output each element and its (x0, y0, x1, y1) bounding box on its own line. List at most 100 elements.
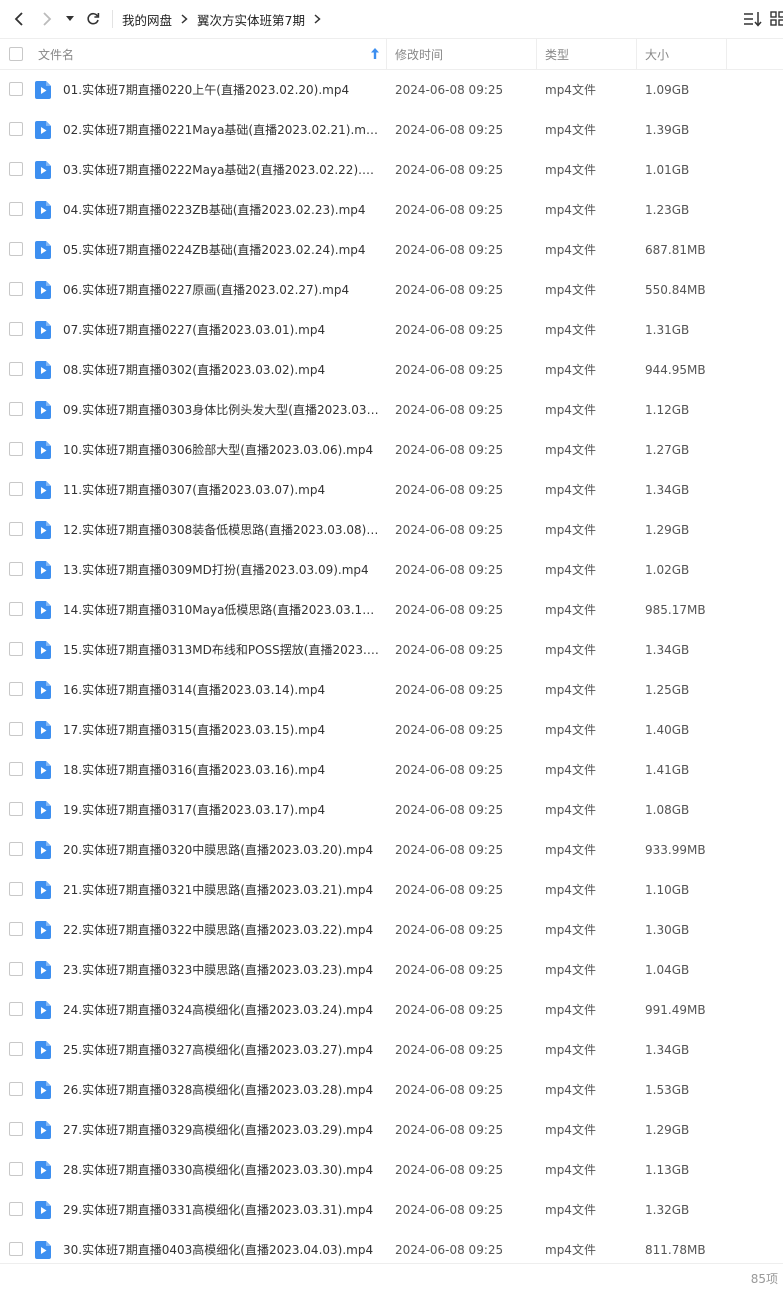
row-checkbox[interactable] (9, 402, 23, 416)
chevron-right-icon[interactable] (314, 14, 321, 24)
row-checkbox[interactable] (9, 82, 23, 96)
column-header-type[interactable]: 类型 (545, 39, 569, 69)
file-name[interactable]: 29.实体班7期直播0331高模细化(直播2023.03.31).mp4 (63, 1190, 379, 1230)
row-checkbox[interactable] (9, 922, 23, 936)
row-checkbox[interactable] (9, 242, 23, 256)
file-name[interactable]: 09.实体班7期直播0303身体比例头发大型(直播2023.03.0... (63, 390, 379, 430)
row-checkbox[interactable] (9, 1202, 23, 1216)
file-row[interactable]: 20.实体班7期直播0320中膜思路(直播2023.03.20).mp4 2024… (0, 830, 783, 870)
view-mode-button[interactable] (770, 10, 783, 28)
file-row[interactable]: 21.实体班7期直播0321中膜思路(直播2023.03.21).mp4 2024… (0, 870, 783, 910)
row-checkbox[interactable] (9, 482, 23, 496)
file-row[interactable]: 01.实体班7期直播0220上午(直播2023.02.20).mp4 2024-0… (0, 70, 783, 110)
sort-button[interactable] (742, 9, 764, 29)
file-name[interactable]: 22.实体班7期直播0322中膜思路(直播2023.03.22).mp4 (63, 910, 379, 950)
file-row[interactable]: 09.实体班7期直播0303身体比例头发大型(直播2023.03.0... 202… (0, 390, 783, 430)
row-checkbox[interactable] (9, 1002, 23, 1016)
file-name[interactable]: 01.实体班7期直播0220上午(直播2023.02.20).mp4 (63, 70, 379, 110)
file-name[interactable]: 25.实体班7期直播0327高模细化(直播2023.03.27).mp4 (63, 1030, 379, 1070)
row-checkbox[interactable] (9, 1122, 23, 1136)
row-checkbox[interactable] (9, 962, 23, 976)
file-name[interactable]: 18.实体班7期直播0316(直播2023.03.16).mp4 (63, 750, 379, 790)
row-checkbox[interactable] (9, 202, 23, 216)
column-divider[interactable] (636, 39, 637, 69)
file-name[interactable]: 16.实体班7期直播0314(直播2023.03.14).mp4 (63, 670, 379, 710)
file-row[interactable]: 24.实体班7期直播0324高模细化(直播2023.03.24).mp4 2024… (0, 990, 783, 1030)
row-checkbox[interactable] (9, 602, 23, 616)
column-divider[interactable] (726, 39, 727, 69)
file-row[interactable]: 02.实体班7期直播0221Maya基础(直播2023.02.21).mp4 20… (0, 110, 783, 150)
file-row[interactable]: 13.实体班7期直播0309MD打扮(直播2023.03.09).mp4 2024… (0, 550, 783, 590)
file-row[interactable]: 12.实体班7期直播0308装备低模思路(直播2023.03.08).m... 2… (0, 510, 783, 550)
row-checkbox[interactable] (9, 122, 23, 136)
file-name[interactable]: 05.实体班7期直播0224ZB基础(直播2023.02.24).mp4 (63, 230, 379, 270)
file-name[interactable]: 15.实体班7期直播0313MD布线和POSS摆放(直播2023.0... (63, 630, 379, 670)
file-row[interactable]: 08.实体班7期直播0302(直播2023.03.02).mp4 2024-06-… (0, 350, 783, 390)
file-name[interactable]: 20.实体班7期直播0320中膜思路(直播2023.03.20).mp4 (63, 830, 379, 870)
row-checkbox[interactable] (9, 362, 23, 376)
row-checkbox[interactable] (9, 1162, 23, 1176)
column-header-name[interactable]: 文件名 (38, 39, 385, 69)
file-name[interactable]: 08.实体班7期直播0302(直播2023.03.02).mp4 (63, 350, 379, 390)
file-row[interactable]: 28.实体班7期直播0330高模细化(直播2023.03.30).mp4 2024… (0, 1150, 783, 1190)
file-name[interactable]: 02.实体班7期直播0221Maya基础(直播2023.02.21).mp4 (63, 110, 379, 150)
file-name[interactable]: 04.实体班7期直播0223ZB基础(直播2023.02.23).mp4 (63, 190, 379, 230)
row-checkbox[interactable] (9, 682, 23, 696)
file-row[interactable]: 29.实体班7期直播0331高模细化(直播2023.03.31).mp4 2024… (0, 1190, 783, 1230)
file-row[interactable]: 16.实体班7期直播0314(直播2023.03.14).mp4 2024-06-… (0, 670, 783, 710)
file-name[interactable]: 17.实体班7期直播0315(直播2023.03.15).mp4 (63, 710, 379, 750)
row-checkbox[interactable] (9, 322, 23, 336)
breadcrumb-item-current[interactable]: 翼次方实体班第7期 (197, 10, 305, 29)
row-checkbox[interactable] (9, 762, 23, 776)
row-checkbox[interactable] (9, 282, 23, 296)
row-checkbox[interactable] (9, 522, 23, 536)
file-name[interactable]: 24.实体班7期直播0324高模细化(直播2023.03.24).mp4 (63, 990, 379, 1030)
row-checkbox[interactable] (9, 1082, 23, 1096)
file-row[interactable]: 15.实体班7期直播0313MD布线和POSS摆放(直播2023.0... 202… (0, 630, 783, 670)
refresh-button[interactable] (82, 8, 104, 30)
row-checkbox[interactable] (9, 1242, 23, 1256)
row-checkbox[interactable] (9, 882, 23, 896)
file-name[interactable]: 10.实体班7期直播0306脸部大型(直播2023.03.06).mp4 (63, 430, 379, 470)
row-checkbox[interactable] (9, 802, 23, 816)
file-row[interactable]: 23.实体班7期直播0323中膜思路(直播2023.03.23).mp4 2024… (0, 950, 783, 990)
select-all-checkbox[interactable] (9, 47, 23, 61)
file-row[interactable]: 06.实体班7期直播0227原画(直播2023.02.27).mp4 2024-0… (0, 270, 783, 310)
file-row[interactable]: 07.实体班7期直播0227(直播2023.03.01).mp4 2024-06-… (0, 310, 783, 350)
file-row[interactable]: 11.实体班7期直播0307(直播2023.03.07).mp4 2024-06-… (0, 470, 783, 510)
row-checkbox[interactable] (9, 562, 23, 576)
column-header-modified[interactable]: 修改时间 (395, 39, 443, 69)
row-checkbox[interactable] (9, 1042, 23, 1056)
row-checkbox[interactable] (9, 442, 23, 456)
row-checkbox[interactable] (9, 642, 23, 656)
forward-button[interactable] (36, 8, 58, 30)
file-row[interactable]: 19.实体班7期直播0317(直播2023.03.17).mp4 2024-06-… (0, 790, 783, 830)
file-name[interactable]: 07.实体班7期直播0227(直播2023.03.01).mp4 (63, 310, 379, 350)
file-name[interactable]: 12.实体班7期直播0308装备低模思路(直播2023.03.08).m... (63, 510, 379, 550)
file-row[interactable]: 18.实体班7期直播0316(直播2023.03.16).mp4 2024-06-… (0, 750, 783, 790)
file-row[interactable]: 25.实体班7期直播0327高模细化(直播2023.03.27).mp4 2024… (0, 1030, 783, 1070)
file-name[interactable]: 28.实体班7期直播0330高模细化(直播2023.03.30).mp4 (63, 1150, 379, 1190)
history-dropdown-button[interactable] (62, 8, 78, 30)
column-divider[interactable] (536, 39, 537, 69)
file-name[interactable]: 06.实体班7期直播0227原画(直播2023.02.27).mp4 (63, 270, 379, 310)
file-name[interactable]: 27.实体班7期直播0329高模细化(直播2023.03.29).mp4 (63, 1110, 379, 1150)
row-checkbox[interactable] (9, 842, 23, 856)
file-name[interactable]: 03.实体班7期直播0222Maya基础2(直播2023.02.22).mp4 (63, 150, 379, 190)
breadcrumb-item-root[interactable]: 我的网盘 (122, 10, 172, 29)
file-name[interactable]: 26.实体班7期直播0328高模细化(直播2023.03.28).mp4 (63, 1070, 379, 1110)
file-name[interactable]: 21.实体班7期直播0321中膜思路(直播2023.03.21).mp4 (63, 870, 379, 910)
file-row[interactable]: 26.实体班7期直播0328高模细化(直播2023.03.28).mp4 2024… (0, 1070, 783, 1110)
file-name[interactable]: 11.实体班7期直播0307(直播2023.03.07).mp4 (63, 470, 379, 510)
file-row[interactable]: 03.实体班7期直播0222Maya基础2(直播2023.02.22).mp4 2… (0, 150, 783, 190)
file-row[interactable]: 17.实体班7期直播0315(直播2023.03.15).mp4 2024-06-… (0, 710, 783, 750)
file-name[interactable]: 13.实体班7期直播0309MD打扮(直播2023.03.09).mp4 (63, 550, 379, 590)
file-name[interactable]: 23.实体班7期直播0323中膜思路(直播2023.03.23).mp4 (63, 950, 379, 990)
file-name[interactable]: 14.实体班7期直播0310Maya低模思路(直播2023.03.10).... (63, 590, 379, 630)
file-row[interactable]: 22.实体班7期直播0322中膜思路(直播2023.03.22).mp4 2024… (0, 910, 783, 950)
row-checkbox[interactable] (9, 722, 23, 736)
file-row[interactable]: 14.实体班7期直播0310Maya低模思路(直播2023.03.10)....… (0, 590, 783, 630)
column-divider[interactable] (386, 39, 387, 69)
file-row[interactable]: 10.实体班7期直播0306脸部大型(直播2023.03.06).mp4 2024… (0, 430, 783, 470)
row-checkbox[interactable] (9, 162, 23, 176)
